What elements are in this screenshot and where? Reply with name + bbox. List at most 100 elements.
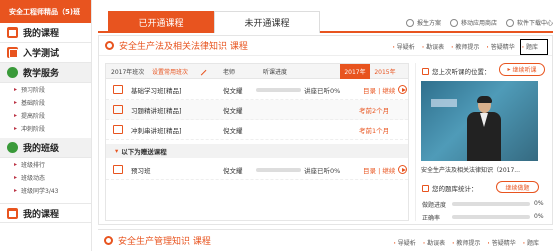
- home-icon: [7, 27, 18, 38]
- question-bank-stats-label: 您的题库统计：: [422, 183, 478, 193]
- chevron-down-icon: ▾: [115, 147, 119, 155]
- teacher-name: 倪文耀: [223, 126, 243, 135]
- open-time-text: 考前1个月: [359, 126, 390, 135]
- course-name[interactable]: 习题精讲班[精品]: [131, 105, 182, 115]
- sidebar: 安全工程师精品（5)班 我的课程 入学测试 教学服务 预习阶段 基础阶段 提高阶…: [0, 0, 92, 251]
- course-title: 安全生产法及相关法律知识 课程: [119, 42, 248, 52]
- sidebar-item-label: 入学测试: [23, 49, 60, 59]
- sidebar-item-teaching-service[interactable]: 教学服务: [0, 63, 91, 83]
- accuracy-label: 正确率: [422, 215, 441, 222]
- sidebar-item-label: 我的课程: [23, 209, 60, 220]
- year-label: 2017年班次: [111, 68, 145, 76]
- sidebar-item-my-class[interactable]: 我的班级: [0, 138, 91, 158]
- sidebar-item-my-courses[interactable]: 我的课程: [0, 23, 91, 43]
- play-icon[interactable]: [398, 165, 407, 174]
- video-tag: [431, 99, 457, 107]
- mobile-icon: [449, 18, 458, 27]
- home-icon: [7, 207, 18, 219]
- history-icon: [422, 67, 429, 75]
- exam-plan-link[interactable]: 报生方案: [405, 18, 441, 27]
- course-title: 安全生产管理知识 课程: [118, 237, 211, 247]
- course-link-question-bank[interactable]: 题库: [523, 238, 539, 247]
- sidebar-item-entrance-test[interactable]: 入学测试: [0, 43, 91, 63]
- course-link-qa[interactable]: 导疑析: [394, 238, 416, 247]
- teacher-name: 倪文耀: [223, 86, 243, 95]
- course-link-qa-highlights[interactable]: 答疑精华: [486, 42, 515, 51]
- download-icon: [505, 18, 514, 27]
- continue-listening-button[interactable]: ▸ 继续听课: [499, 63, 545, 76]
- monitor-icon: [113, 125, 123, 134]
- teacher-name: 倪文耀: [223, 106, 243, 115]
- course-links: 导疑析 勘误表 教师提示 答疑精华 题库: [394, 238, 539, 247]
- course-link-qa-highlights[interactable]: 答疑精华: [487, 238, 516, 247]
- sidebar-item-classmates[interactable]: 班级同学3/43: [0, 184, 91, 197]
- directory-continue-links[interactable]: 目录 | 继续: [363, 165, 395, 175]
- course-link-qa[interactable]: 导疑析: [393, 42, 415, 51]
- sidebar-item-preview-stage[interactable]: 预习阶段: [0, 83, 91, 96]
- stats-icon: [422, 184, 429, 192]
- course-name[interactable]: 基础学习班[精品]: [131, 85, 182, 95]
- sidebar-item-sprint-stage[interactable]: 冲刺阶段: [0, 122, 91, 135]
- test-icon: [7, 47, 18, 58]
- info-icon: [405, 18, 414, 27]
- gift-header-label: 以下为赠送课程: [121, 148, 167, 156]
- progress-col-header: 听课进度: [263, 68, 288, 76]
- sidebar-item-advanced-stage[interactable]: 提高阶段: [0, 109, 91, 122]
- sidebar-item-label: 我的班级: [23, 144, 60, 154]
- class-icon: [7, 142, 18, 153]
- course-name[interactable]: 冲刺串讲班[精品]: [131, 125, 182, 135]
- sidebar-item-class-news[interactable]: 班级动态: [0, 171, 91, 184]
- open-time-text: 考前2个月: [359, 106, 390, 115]
- mobile-store-link[interactable]: 移动应用商店: [449, 18, 497, 27]
- course-link-errata[interactable]: 勘误表: [422, 42, 444, 51]
- course-link-teacher-tips[interactable]: 教师提示: [452, 238, 480, 247]
- table-row[interactable]: 冲刺串讲班[精品] 倪文耀 考前1个月: [106, 120, 408, 140]
- highlight-box: [520, 39, 548, 55]
- set-class-link[interactable]: 设置常用班次: [152, 67, 188, 76]
- video-thumbnail[interactable]: [421, 81, 538, 161]
- main-content: 已开通课程 未开通课程 报生方案 移动应用商店 软件下载中心 安全生产法及相关法…: [98, 0, 553, 251]
- accuracy-value: 0%: [534, 213, 544, 220]
- course-side-panel: 您上次听课的位置： ▸ 继续听课 安全生产法及相关法律知识（2017... 您的…: [415, 63, 549, 222]
- tab-unopened-courses[interactable]: 未开通课程: [214, 11, 320, 33]
- pencil-icon: [196, 65, 207, 76]
- directory-continue-links[interactable]: 目录 | 继续: [363, 85, 395, 95]
- course-links: 导疑析 勘误表 教师提示 答疑精华 题库: [393, 42, 538, 51]
- table-row[interactable]: 习题精讲班[精品] 倪文耀 考前2个月: [106, 100, 408, 120]
- sidebar-item-label: 我的课程: [23, 29, 60, 39]
- bullet-icon: [105, 41, 114, 50]
- course-link-errata[interactable]: 勘误表: [423, 238, 445, 247]
- sidebar-item-my-courses-bottom[interactable]: 我的课程: [0, 203, 91, 223]
- play-icon[interactable]: [398, 85, 407, 94]
- download-center-link[interactable]: 软件下载中心: [505, 18, 553, 27]
- progress-bar: [256, 88, 301, 92]
- gift-courses-header: ▾ 以下为赠送课程: [106, 144, 408, 158]
- play-icon: ▸: [507, 66, 511, 73]
- tab-opened-courses[interactable]: 已开通课程: [108, 11, 214, 33]
- tab-year-2017[interactable]: 2017年: [340, 64, 370, 79]
- bullet-icon: [104, 236, 113, 245]
- table-row[interactable]: 预习班 倪文耀 讲座已听0% 目录 | 继续: [106, 160, 408, 180]
- table-row[interactable]: 基础学习班[精品] 倪文耀 讲座已听0% 目录 | 继续: [106, 80, 408, 100]
- monitor-icon: [113, 165, 123, 174]
- last-position-label: 您上次听课的位置：: [422, 66, 491, 76]
- tab-year-2015[interactable]: 2015年: [370, 64, 400, 79]
- course-link-teacher-tips[interactable]: 教师提示: [451, 42, 479, 51]
- accuracy-bar: [452, 215, 530, 219]
- course-name[interactable]: 预习班: [131, 165, 151, 175]
- course-card: 安全生产法及相关法律知识 课程 导疑析 勘误表 教师提示 答疑精华 题库 201…: [98, 35, 553, 225]
- progress-bar: [256, 168, 301, 172]
- sidebar-item-class-ranking[interactable]: 班级排行: [0, 158, 91, 171]
- service-icon: [7, 67, 18, 78]
- video-caption[interactable]: 安全生产法及相关法律知识（2017...: [421, 165, 520, 174]
- monitor-icon: [113, 105, 123, 114]
- practice-progress-value: 0%: [534, 200, 544, 207]
- lecturer-image: [467, 96, 501, 161]
- course-list-header: 2017年班次 设置常用班次 老师 听课进度 2017年 2015年: [106, 64, 408, 79]
- sidebar-item-basic-stage[interactable]: 基础阶段: [0, 96, 91, 109]
- sidebar-item-label: 教学服务: [23, 69, 60, 79]
- continue-practice-button[interactable]: 继续做题: [496, 181, 539, 193]
- teacher-name: 倪文耀: [223, 166, 243, 175]
- monitor-icon: [113, 85, 123, 94]
- class-title: 安全工程师精品（5)班: [0, 0, 91, 23]
